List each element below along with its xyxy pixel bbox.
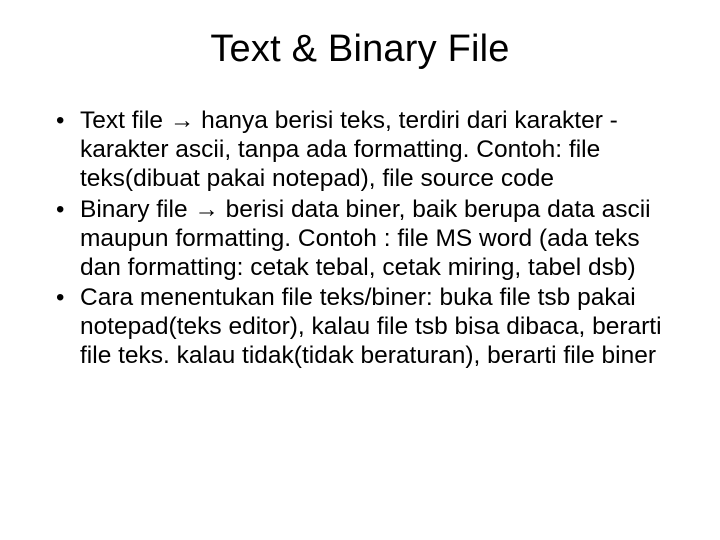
bullet-list: Text file → hanya berisi teks, terdiri d… [50, 107, 670, 371]
slide-title: Text & Binary File [50, 28, 670, 71]
slide: Text & Binary File Text file → hanya ber… [0, 0, 720, 540]
list-item: Cara menentukan file teks/biner: buka fi… [50, 284, 670, 371]
list-item: Binary file → berisi data biner, baik be… [50, 196, 670, 283]
list-item: Text file → hanya berisi teks, terdiri d… [50, 107, 670, 194]
